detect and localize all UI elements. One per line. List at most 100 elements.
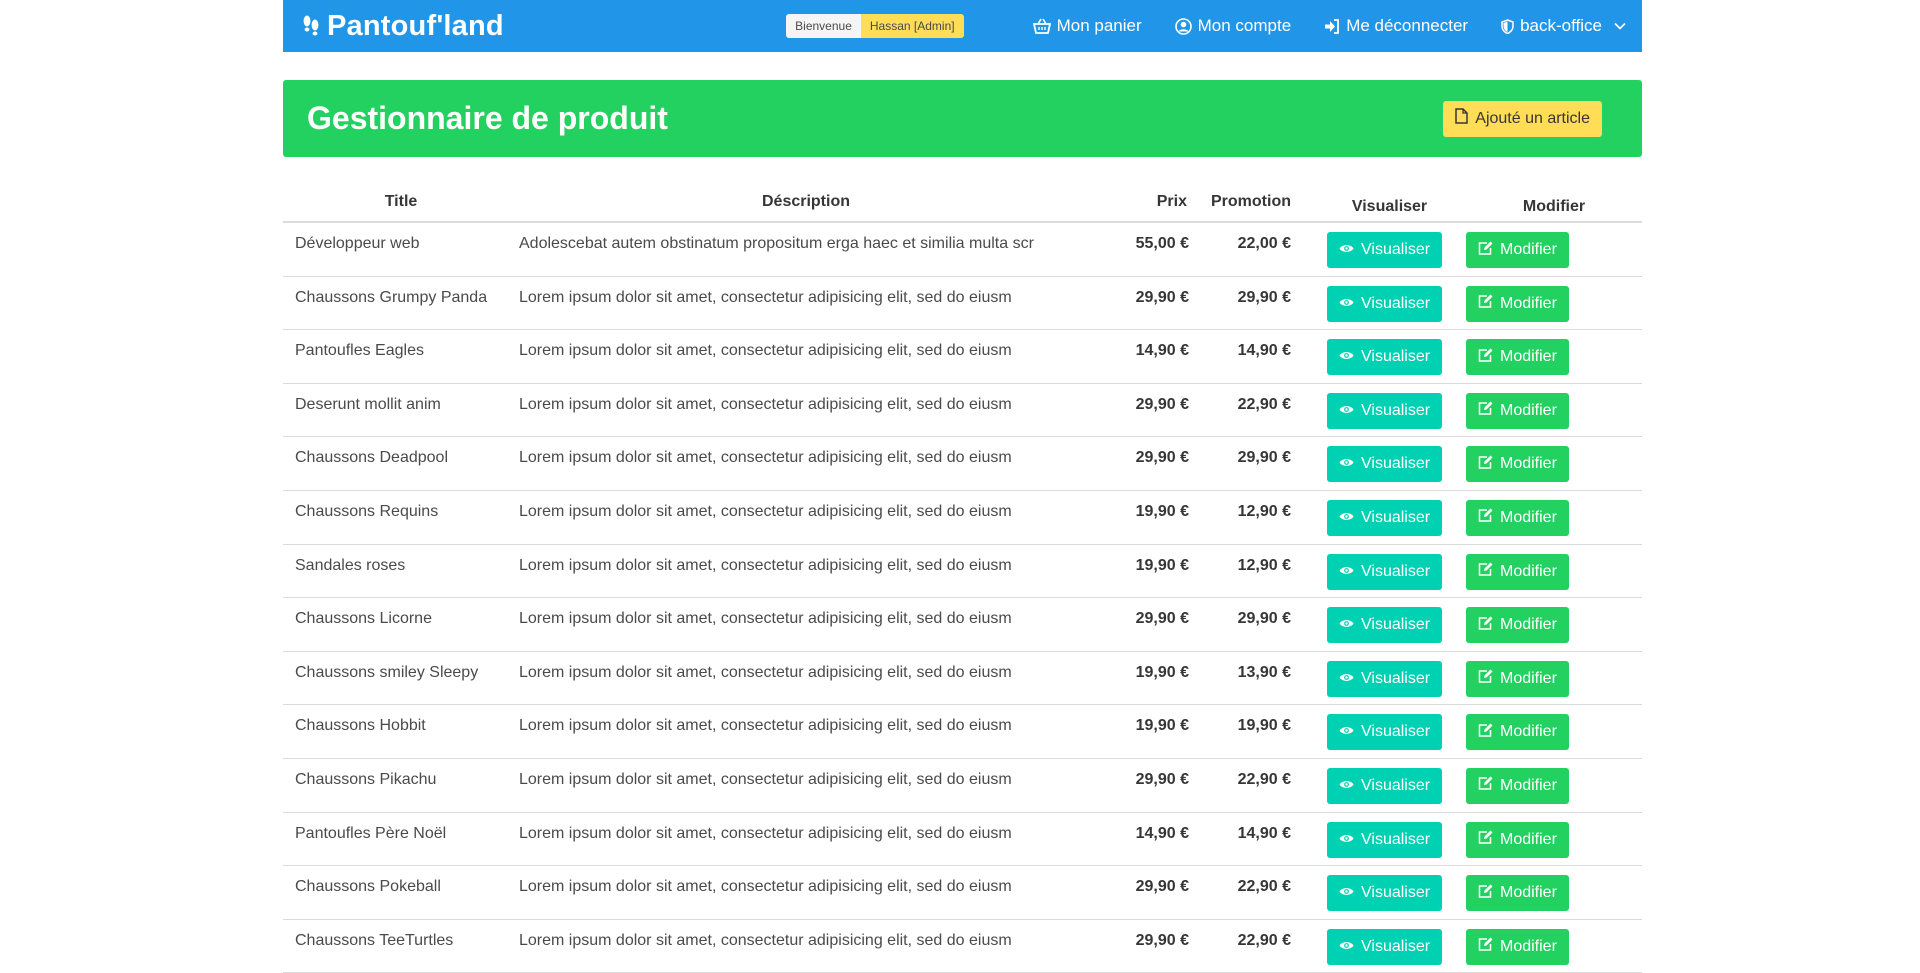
- cell-visualiser: Visualiser: [1291, 223, 1466, 276]
- eye-icon: [1339, 241, 1354, 259]
- cell-description: Lorem ipsum dolor sit amet, consectetur …: [519, 342, 1012, 360]
- cell-promotion: 29,90 €: [1237, 288, 1291, 306]
- view-button[interactable]: Visualiser: [1327, 767, 1443, 804]
- table-row: Chaussons Pokeball Lorem ipsum dolor sit…: [283, 866, 1642, 920]
- eye-icon: [1339, 563, 1354, 581]
- edit-button-label: Modifier: [1500, 508, 1557, 526]
- cell-title: Pantoufles Père Noël: [295, 824, 447, 842]
- table-row: Développeur web Adolescebat autem obstin…: [283, 223, 1642, 277]
- cell-promotion: 22,90 €: [1237, 770, 1291, 788]
- eye-icon: [1339, 295, 1354, 313]
- view-button-label: Visualiser: [1361, 884, 1431, 902]
- cell-promotion: 29,90 €: [1237, 449, 1291, 467]
- nav-backoffice-dropdown[interactable]: back-office: [1501, 16, 1626, 36]
- cell-promotion: 14,90 €: [1237, 342, 1291, 360]
- view-button[interactable]: Visualiser: [1327, 499, 1443, 536]
- view-button[interactable]: Visualiser: [1327, 232, 1443, 268]
- edit-icon: [1478, 455, 1493, 474]
- cell-modifier: Modifier: [1466, 437, 1642, 490]
- table-row: Pantoufles Père Noël Lorem ipsum dolor s…: [283, 813, 1642, 867]
- cell-title: Chaussons Requins: [295, 502, 439, 520]
- cell-prix: 19,90 €: [1135, 502, 1189, 520]
- cell-prix: 29,90 €: [1135, 878, 1189, 896]
- cell-description: Lorem ipsum dolor sit amet, consectetur …: [519, 395, 1012, 413]
- nav-backoffice-label: back-office: [1520, 16, 1602, 35]
- cell-title: Chaussons Grumpy Panda: [295, 288, 488, 306]
- view-button[interactable]: Visualiser: [1327, 607, 1443, 644]
- nav-account-label: Mon compte: [1197, 16, 1292, 35]
- edit-icon: [1478, 937, 1493, 956]
- view-button-label: Visualiser: [1361, 241, 1431, 258]
- cell-title: Développeur web: [295, 235, 420, 252]
- view-button[interactable]: Visualiser: [1327, 553, 1443, 590]
- edit-button[interactable]: Modifier: [1466, 553, 1569, 590]
- cell-prix: 14,90 €: [1135, 342, 1189, 360]
- nav-cart[interactable]: Mon panier: [1032, 16, 1142, 36]
- edit-icon: [1478, 562, 1493, 581]
- footprints-icon: [301, 13, 321, 39]
- view-button[interactable]: Visualiser: [1327, 285, 1443, 322]
- cell-promotion: 22,90 €: [1237, 931, 1291, 949]
- table-row: Chaussons Grumpy Panda Lorem ipsum dolor…: [283, 277, 1642, 331]
- cell-prix: 19,90 €: [1135, 663, 1189, 681]
- table-row: Chaussons Deadpool Lorem ipsum dolor sit…: [283, 437, 1642, 491]
- file-icon: [1455, 108, 1469, 129]
- cell-description: Lorem ipsum dolor sit amet, consectetur …: [519, 878, 1012, 896]
- view-button[interactable]: Visualiser: [1327, 714, 1443, 751]
- view-button-label: Visualiser: [1361, 616, 1431, 634]
- cell-prix: 19,90 €: [1135, 717, 1189, 735]
- table-row: Chaussons Hobbit Lorem ipsum dolor sit a…: [283, 705, 1642, 759]
- cell-modifier: Modifier: [1466, 759, 1642, 812]
- view-button[interactable]: Visualiser: [1327, 392, 1443, 429]
- user-tag: Hassan [Admin]: [860, 14, 964, 38]
- edit-button[interactable]: Modifier: [1466, 339, 1569, 376]
- edit-button[interactable]: Modifier: [1466, 875, 1569, 912]
- edit-button[interactable]: Modifier: [1466, 499, 1569, 536]
- eye-icon: [1339, 348, 1354, 366]
- brand[interactable]: Pantouf'land: [301, 10, 504, 43]
- view-button-label: Visualiser: [1361, 723, 1431, 741]
- view-button[interactable]: Visualiser: [1327, 928, 1443, 965]
- edit-button[interactable]: Modifier: [1466, 660, 1569, 697]
- cell-description: Lorem ipsum dolor sit amet, consectetur …: [519, 449, 1012, 467]
- view-button[interactable]: Visualiser: [1327, 339, 1443, 376]
- edit-button[interactable]: Modifier: [1466, 285, 1569, 322]
- table-row: Chaussons smiley Sleepy Lorem ipsum dolo…: [283, 652, 1642, 706]
- cell-promotion: 14,90 €: [1237, 824, 1291, 842]
- header-promotion: Promotion: [1211, 193, 1291, 210]
- view-button[interactable]: Visualiser: [1327, 660, 1443, 697]
- nav-logout[interactable]: Me déconnecter: [1324, 16, 1468, 36]
- view-button-label: Visualiser: [1361, 830, 1431, 848]
- view-button[interactable]: Visualiser: [1327, 821, 1443, 858]
- cell-description: Lorem ipsum dolor sit amet, consectetur …: [519, 502, 1012, 520]
- edit-button[interactable]: Modifier: [1466, 446, 1569, 483]
- edit-icon: [1478, 723, 1493, 742]
- edit-button[interactable]: Modifier: [1466, 392, 1569, 429]
- edit-button-label: Modifier: [1500, 830, 1557, 848]
- cell-visualiser: Visualiser: [1291, 866, 1466, 919]
- edit-button[interactable]: Modifier: [1466, 928, 1569, 965]
- view-button[interactable]: Visualiser: [1327, 875, 1443, 912]
- cell-prix: 29,90 €: [1135, 610, 1189, 628]
- edit-button[interactable]: Modifier: [1466, 767, 1569, 804]
- sign-out-icon: [1324, 18, 1340, 34]
- edit-button[interactable]: Modifier: [1466, 232, 1569, 268]
- eye-icon: [1339, 670, 1354, 688]
- cell-title: Chaussons Deadpool: [295, 449, 448, 467]
- navbar: Pantouf'land Bienvenue Hassan [Admin] Mo…: [283, 0, 1642, 52]
- add-article-button[interactable]: Ajouté un article: [1443, 100, 1602, 137]
- brand-name: Pantouf'land: [327, 9, 504, 42]
- nav-account[interactable]: Mon compte: [1174, 16, 1292, 36]
- edit-button-label: Modifier: [1500, 401, 1557, 419]
- cell-description: Lorem ipsum dolor sit amet, consectetur …: [519, 556, 1012, 574]
- edit-button-label: Modifier: [1500, 723, 1557, 741]
- nav-right: Bienvenue Hassan [Admin] Mon panier Mon …: [786, 0, 1626, 52]
- cell-visualiser: Visualiser: [1291, 437, 1466, 490]
- view-button[interactable]: Visualiser: [1327, 446, 1443, 483]
- edit-button[interactable]: Modifier: [1466, 714, 1569, 751]
- edit-button-label: Modifier: [1500, 562, 1557, 580]
- basket-icon: [1032, 18, 1051, 34]
- edit-button[interactable]: Modifier: [1466, 607, 1569, 644]
- edit-button[interactable]: Modifier: [1466, 821, 1569, 858]
- edit-button-label: Modifier: [1500, 455, 1557, 473]
